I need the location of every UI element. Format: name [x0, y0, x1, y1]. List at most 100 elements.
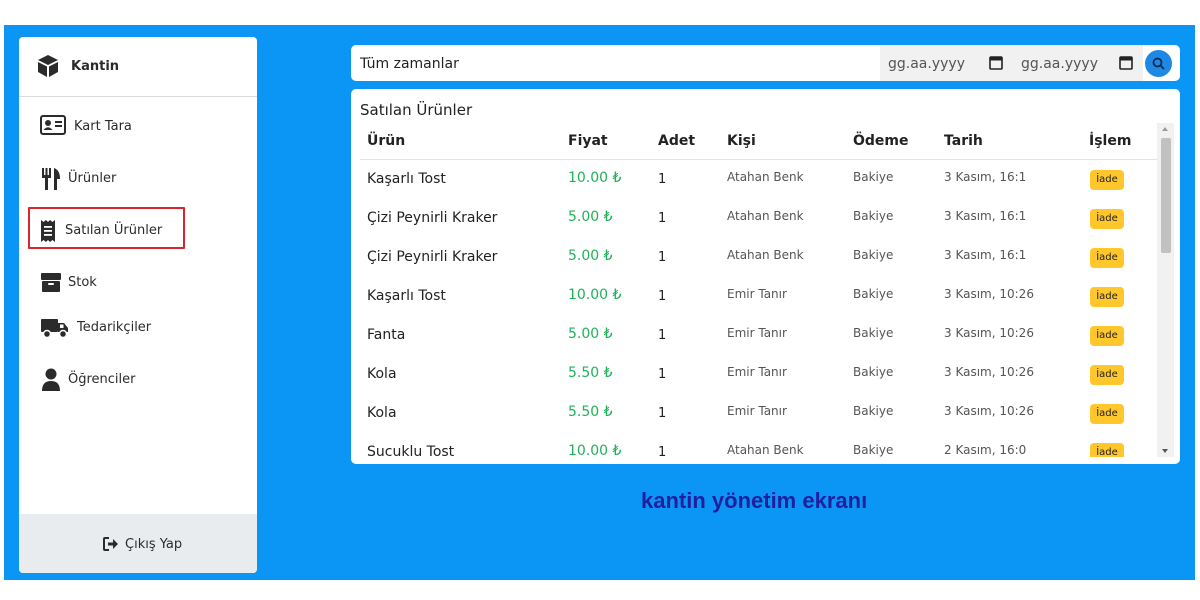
cell-date: 3 Kasım, 10:26 — [944, 326, 1034, 340]
sidebar-item-kart-tara[interactable]: Kart Tara — [19, 109, 257, 145]
cell-quantity: 1 — [658, 328, 667, 343]
refund-button[interactable]: İade — [1090, 248, 1124, 268]
table-row: Fanta 5.00 ₺ 1 Emir Tanır Bakiye 3 Kasım… — [351, 316, 1157, 355]
scroll-down-arrow[interactable] — [1162, 449, 1168, 453]
cell-product: Fanta — [367, 327, 406, 343]
cell-price: 10.00 ₺ — [568, 170, 622, 186]
table-row: Kola 5.50 ₺ 1 Emir Tanır Bakiye 3 Kasım,… — [351, 394, 1157, 433]
cell-person: Emir Tanır — [727, 365, 787, 379]
cell-payment: Bakiye — [853, 326, 894, 340]
column-header-date: Tarih — [944, 133, 983, 149]
refund-button[interactable]: İade — [1090, 209, 1124, 229]
cell-person: Emir Tanır — [727, 404, 787, 418]
refund-button[interactable]: İade — [1090, 404, 1124, 424]
column-header-payment: Ödeme — [853, 133, 909, 149]
table-scrollbar[interactable] — [1157, 123, 1174, 457]
column-header-product: Ürün — [367, 133, 406, 149]
sidebar-item-label: Kart Tara — [74, 119, 132, 134]
cell-payment: Bakiye — [853, 287, 894, 301]
end-date-input[interactable]: gg.aa.yyyy — [1013, 45, 1143, 81]
calendar-icon[interactable] — [1119, 55, 1133, 74]
cell-quantity: 1 — [658, 445, 667, 457]
cell-date: 3 Kasım, 16:1 — [944, 170, 1027, 184]
cell-payment: Bakiye — [853, 248, 894, 262]
logout-label: Çıkış Yap — [125, 537, 183, 552]
cell-price: 5.50 ₺ — [568, 404, 613, 420]
cell-product: Sucuklu Tost — [367, 444, 455, 457]
cell-price: 10.00 ₺ — [568, 287, 622, 303]
cell-quantity: 1 — [658, 211, 667, 226]
scroll-up-arrow[interactable] — [1162, 127, 1168, 131]
logout-button[interactable]: Çıkış Yap — [19, 514, 257, 573]
brand-name: Kantin — [71, 59, 120, 74]
sidebar-item-label: Ürünler — [68, 171, 117, 186]
refund-button[interactable]: İade — [1090, 326, 1124, 346]
sold-products-panel: Satılan Ürünler Ürün Fiyat Adet Kişi Öde… — [351, 89, 1180, 464]
sales-table-body: Kaşarlı Tost 10.00 ₺ 1 Atahan Benk Bakiy… — [351, 160, 1157, 457]
cell-product: Çizi Peynirli Kraker — [367, 210, 498, 226]
column-header-person: Kişi — [727, 133, 756, 149]
sidebar-item-stok[interactable]: Stok — [19, 265, 257, 301]
search-button[interactable] — [1145, 50, 1172, 77]
calendar-icon[interactable] — [989, 55, 1003, 74]
cell-person: Emir Tanır — [727, 326, 787, 340]
cell-payment: Bakiye — [853, 209, 894, 223]
time-range-select[interactable]: Tüm zamanlar — [360, 56, 459, 72]
panel-title: Satılan Ürünler — [360, 101, 473, 119]
start-date-input[interactable]: gg.aa.yyyy — [880, 45, 1013, 81]
cell-person: Atahan Benk — [727, 443, 804, 457]
cell-price: 10.00 ₺ — [568, 443, 622, 457]
cell-price: 5.00 ₺ — [568, 326, 613, 342]
cell-date: 3 Kasım, 10:26 — [944, 287, 1034, 301]
sidebar-item-ogrenciler[interactable]: Öğrenciler — [19, 362, 257, 398]
cell-price: 5.00 ₺ — [568, 209, 613, 225]
fork-knife-icon — [41, 167, 61, 195]
refund-button[interactable]: İade — [1090, 287, 1124, 307]
refund-button[interactable]: İade — [1090, 443, 1124, 457]
cell-person: Atahan Benk — [727, 170, 804, 184]
table-row: Kola 5.50 ₺ 1 Emir Tanır Bakiye 3 Kasım,… — [351, 355, 1157, 394]
cell-quantity: 1 — [658, 250, 667, 265]
cell-date: 3 Kasım, 16:1 — [944, 248, 1027, 262]
sidebar-item-satilan-urunler[interactable]: Satılan Ürünler — [19, 207, 257, 249]
cell-payment: Bakiye — [853, 404, 894, 418]
cell-quantity: 1 — [658, 367, 667, 382]
sidebar-item-tedarikciler[interactable]: Tedarikçiler — [19, 310, 257, 346]
end-date-placeholder: gg.aa.yyyy — [1021, 56, 1098, 72]
cell-date: 2 Kasım, 16:0 — [944, 443, 1027, 457]
column-header-quantity: Adet — [658, 133, 696, 149]
sidebar-item-label: Tedarikçiler — [77, 320, 152, 335]
table-row: Çizi Peynirli Kraker 5.00 ₺ 1 Atahan Ben… — [351, 238, 1157, 277]
sidebar: Kantin Kart Tara Ürünler Satılan Ürünler… — [19, 37, 257, 573]
refund-button[interactable]: İade — [1090, 170, 1124, 190]
truck-icon — [40, 316, 70, 344]
start-date-placeholder: gg.aa.yyyy — [888, 56, 965, 72]
cube-icon — [37, 54, 59, 82]
sidebar-item-label: Stok — [68, 275, 97, 290]
box-icon — [40, 271, 62, 297]
sidebar-item-label: Satılan Ürünler — [65, 223, 163, 238]
caption: kantin yönetim ekranı — [641, 488, 868, 513]
column-header-price: Fiyat — [568, 133, 608, 149]
cell-payment: Bakiye — [853, 170, 894, 184]
refund-button[interactable]: İade — [1090, 365, 1124, 385]
cell-payment: Bakiye — [853, 365, 894, 379]
brand[interactable]: Kantin — [19, 37, 257, 97]
cell-person: Atahan Benk — [727, 248, 804, 262]
cell-price: 5.50 ₺ — [568, 365, 613, 381]
cell-product: Kola — [367, 405, 397, 421]
sidebar-item-label: Öğrenciler — [68, 372, 136, 387]
cell-product: Kola — [367, 366, 397, 382]
table-row: Kaşarlı Tost 10.00 ₺ 1 Emir Tanır Bakiye… — [351, 277, 1157, 316]
scroll-thumb[interactable] — [1161, 138, 1171, 253]
column-header-action: İşlem — [1089, 133, 1132, 149]
cell-person: Emir Tanır — [727, 287, 787, 301]
cell-product: Kaşarlı Tost — [367, 288, 446, 304]
table-row: Kaşarlı Tost 10.00 ₺ 1 Atahan Benk Bakiy… — [351, 160, 1157, 199]
sidebar-item-urunler[interactable]: Ürünler — [19, 161, 257, 197]
cell-product: Kaşarlı Tost — [367, 171, 446, 187]
receipt-icon — [40, 219, 56, 247]
cell-date: 3 Kasım, 10:26 — [944, 404, 1034, 418]
cell-date: 3 Kasım, 16:1 — [944, 209, 1027, 223]
sign-out-icon — [103, 536, 119, 555]
